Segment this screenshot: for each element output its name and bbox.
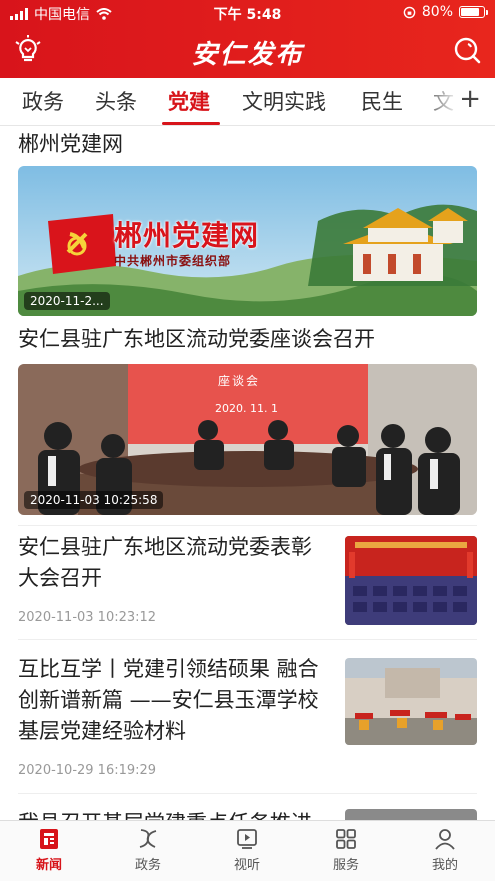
article-thumbnail[interactable] xyxy=(345,658,477,745)
battery-percent: 80% xyxy=(421,4,453,20)
tabs-fade xyxy=(419,78,459,124)
battery-fill xyxy=(461,8,479,16)
nav-label: 新闻 xyxy=(35,858,62,873)
tab-government[interactable]: 政务 xyxy=(22,86,64,116)
tab-livelihood[interactable]: 民生 xyxy=(361,86,403,116)
article-thumbnail[interactable] xyxy=(345,809,477,820)
article-photo-card[interactable]: 座谈会 2020. 11. 1 2020-11-03 10:25:58 xyxy=(18,364,477,515)
battery-icon xyxy=(459,6,488,18)
video-icon xyxy=(237,829,257,849)
profile-icon xyxy=(435,829,455,850)
nav-government[interactable]: 政务 xyxy=(113,827,183,873)
tab-civilization-practice[interactable]: 文明实践 xyxy=(242,86,326,116)
article-title[interactable]: 我县召开基层党建重点任务推进 xyxy=(18,808,328,820)
nav-label: 视听 xyxy=(233,858,260,873)
article-date: 2020-11-03 10:23:12 xyxy=(18,610,157,625)
services-grid-icon xyxy=(336,829,356,849)
banner-title: 郴州党建网 xyxy=(114,219,260,252)
government-icon xyxy=(139,829,157,848)
top-bar: 中国电信 下午 5:48 80% 安仁发布 xyxy=(0,0,495,78)
nav-label: 政务 xyxy=(134,858,161,873)
nav-label: 我的 xyxy=(431,858,458,873)
divider xyxy=(18,525,477,526)
timestamp-badge: 2020-11-03 10:25:58 xyxy=(24,491,164,509)
article-title[interactable]: 互比互学丨党建引领结硕果 融合创新谱新篇 ——安仁县玉潭学校基层党建经验材料 xyxy=(18,654,336,747)
hero-banner-card[interactable]: 郴州党建网 中共郴州市委组织部 2020-11-2... xyxy=(18,166,477,316)
app-title: 安仁发布 xyxy=(191,40,304,70)
nav-services[interactable]: 服务 xyxy=(311,827,381,873)
app-header: 安仁发布 xyxy=(0,26,495,78)
timestamp-badge: 2020-11-2... xyxy=(24,292,110,310)
tab-headlines[interactable]: 头条 xyxy=(95,86,137,116)
divider xyxy=(18,639,477,640)
divider xyxy=(18,793,477,794)
school-photo xyxy=(345,658,477,745)
award-ceremony-photo xyxy=(345,536,477,625)
rotation-lock-icon xyxy=(403,6,416,18)
news-icon xyxy=(40,829,58,849)
nav-video[interactable]: 视听 xyxy=(212,827,282,873)
bottom-nav: 新闻 政务 视听 服务 我的 xyxy=(0,820,495,881)
nav-profile[interactable]: 我的 xyxy=(410,827,480,873)
news-feed[interactable]: 郴州党建网 郴州党建网 中共郴州市委组织部 2020-11-2... 安仁县驻广… xyxy=(0,127,495,820)
status-bar: 中国电信 下午 5:48 80% xyxy=(0,0,495,26)
screen-date: 2020. 11. 1 xyxy=(215,402,278,415)
screen-text: 座谈会 xyxy=(218,374,261,388)
article-title[interactable]: 安仁县驻广东地区流动党委座谈会召开 xyxy=(18,324,375,355)
search-icon[interactable] xyxy=(453,36,481,64)
category-tabs: 政务 头条 党建 文明实践 民生 文 + xyxy=(0,78,495,126)
section-title[interactable]: 郴州党建网 xyxy=(18,129,123,160)
tab-party-building[interactable]: 党建 xyxy=(168,86,210,116)
nav-label: 服务 xyxy=(332,858,359,873)
article-thumbnail[interactable] xyxy=(345,536,477,625)
article-title[interactable]: 安仁县驻广东地区流动党委表彰大会召开 xyxy=(18,532,328,594)
add-channel-button[interactable]: + xyxy=(459,84,481,114)
active-tab-indicator xyxy=(162,122,220,125)
app-screen: 中国电信 下午 5:48 80% 安仁发布 政务 头条 党建 文明实践 民生 +… xyxy=(0,0,495,881)
nav-news[interactable]: 新闻 xyxy=(14,827,84,873)
banner-subtitle: 中共郴州市委组织部 xyxy=(114,254,232,268)
article-date: 2020-10-29 16:19:29 xyxy=(18,763,157,778)
